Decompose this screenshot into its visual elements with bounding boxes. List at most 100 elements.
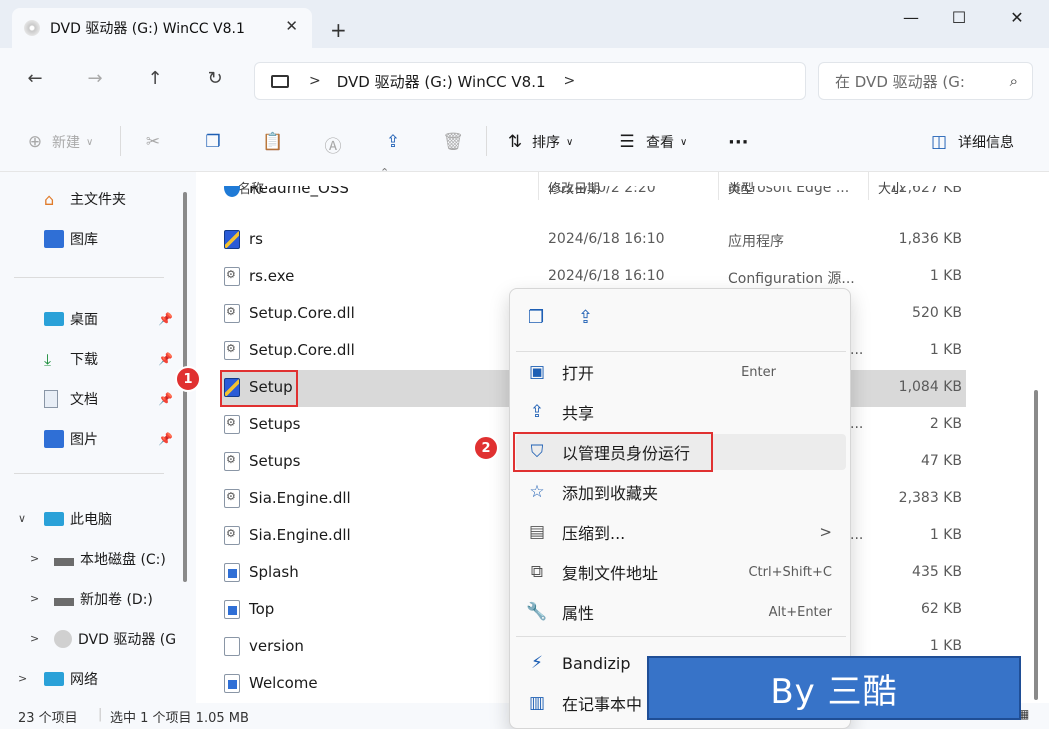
config-file-icon: [224, 526, 240, 545]
gear-file-icon: [224, 452, 240, 471]
sort-icon: ⇅: [507, 132, 523, 152]
view-button[interactable]: ☰ 查看 ∨: [616, 132, 687, 152]
file-list-scrollbar[interactable]: [1034, 390, 1038, 700]
maximize-icon[interactable]: ☐: [944, 8, 974, 27]
sidebar-item-home[interactable]: ⌂ 主文件夹: [44, 189, 126, 209]
file-row-rs[interactable]: rs 2024/6/18 16:10 应用程序 1,836 KB: [220, 222, 966, 259]
home-icon: ⌂: [44, 190, 55, 209]
up-arrow-icon[interactable]: ↑: [140, 68, 170, 89]
new-tab-icon[interactable]: +: [330, 18, 347, 42]
menu-item-copy-path[interactable]: ⧉ 复制文件地址 Ctrl+Shift+C: [516, 554, 846, 590]
sidebar-divider: [14, 473, 164, 474]
refresh-icon[interactable]: ↻: [200, 68, 230, 89]
picture-icon: [44, 430, 64, 448]
sidebar-item-this-pc[interactable]: 此电脑: [44, 509, 112, 529]
chevron-right-icon[interactable]: >: [564, 73, 576, 89]
chevron-right-icon[interactable]: >: [30, 552, 39, 565]
sidebar-item-documents[interactable]: 文档: [44, 389, 98, 409]
close-tab-icon[interactable]: ✕: [285, 17, 298, 35]
chevron-down-icon[interactable]: ∨: [18, 512, 26, 525]
menu-item-add-favorite[interactable]: ☆ 添加到收藏夹: [516, 474, 846, 510]
computer-icon: [44, 512, 64, 526]
new-button[interactable]: ⊕ 新建 ∨: [24, 132, 93, 152]
step-badge-1: 1: [175, 366, 201, 392]
pin-icon[interactable]: 📌: [158, 432, 173, 446]
image-file-icon: [224, 563, 240, 582]
chevron-right-icon[interactable]: >: [30, 632, 39, 645]
trash-icon: 🗑: [442, 132, 464, 152]
sidebar-item-drive-d[interactable]: 新加卷 (D:): [54, 589, 153, 609]
sort-button[interactable]: ⇅ 排序 ∨: [504, 132, 573, 152]
share-icon: ⇪: [529, 402, 545, 422]
pin-icon[interactable]: 📌: [158, 392, 173, 406]
sidebar-item-pictures[interactable]: 图片: [44, 429, 98, 449]
address-path[interactable]: DVD 驱动器 (G:) WinCC V8.1: [337, 71, 546, 92]
menu-item-properties[interactable]: 🔧 属性 Alt+Enter: [516, 594, 846, 630]
share-icon: ⇪: [385, 132, 401, 152]
pin-icon[interactable]: 📌: [158, 352, 173, 366]
chevron-right-icon[interactable]: >: [309, 73, 321, 89]
highlight-box-setup: [220, 370, 298, 407]
rename-icon: Ⓐ: [324, 137, 342, 157]
setup-exe-icon: [224, 230, 240, 249]
notepad-icon: ▥: [528, 693, 546, 713]
chevron-right-icon[interactable]: >: [30, 592, 39, 605]
delete-button[interactable]: 🗑: [442, 132, 464, 152]
tab-title: DVD 驱动器 (G:) WinCC V8.1: [50, 21, 245, 37]
gallery-icon: [44, 230, 64, 248]
menu-item-open[interactable]: ▣ 打开 Enter: [516, 354, 846, 390]
paste-button[interactable]: 📋: [262, 132, 284, 152]
minimize-icon[interactable]: —: [896, 8, 926, 27]
share-icon[interactable]: ⇪: [578, 307, 593, 328]
bandizip-icon: ⚡: [531, 653, 543, 673]
menu-item-share[interactable]: ⇪ 共享: [516, 394, 846, 430]
dvd-disc-icon: [24, 20, 40, 36]
dll-file-icon: [224, 489, 240, 508]
more-options-button[interactable]: ···: [728, 132, 749, 153]
sidebar-item-drive-g[interactable]: DVD 驱动器 (G: [54, 629, 176, 649]
cut-button[interactable]: ✂: [142, 132, 164, 152]
close-window-icon[interactable]: ✕: [1002, 8, 1032, 27]
sidebar-item-network[interactable]: 网络: [44, 669, 98, 689]
search-input[interactable]: 在 DVD 驱动器 (G: ⌕: [818, 62, 1033, 100]
rename-button[interactable]: Ⓐ: [322, 132, 344, 157]
tab-dvd-drive[interactable]: DVD 驱动器 (G:) WinCC V8.1 ✕: [12, 8, 312, 48]
menu-divider: [516, 636, 846, 637]
sidebar-item-gallery[interactable]: 图库: [44, 229, 98, 249]
star-icon: ☆: [529, 482, 545, 502]
status-divider: |: [98, 707, 103, 722]
details-pane-icon: ◫: [930, 132, 948, 152]
copy-button[interactable]: ❐: [202, 132, 224, 152]
watermark-banner: By 三酷: [647, 656, 1021, 720]
title-bar: DVD 驱动器 (G:) WinCC V8.1 ✕ + — ☐ ✕: [0, 0, 1049, 48]
toolbar-divider: [486, 126, 487, 156]
details-pane-button[interactable]: ◫ 详细信息: [928, 132, 1014, 152]
network-icon: [44, 672, 64, 686]
sidebar-item-drive-c[interactable]: 本地磁盘 (C:): [54, 549, 166, 569]
share-button[interactable]: ⇪: [382, 132, 404, 152]
search-placeholder: 在 DVD 驱动器 (G:: [835, 72, 965, 91]
sidebar-item-downloads[interactable]: ⤓ 下载: [44, 349, 98, 369]
menu-divider: [516, 351, 846, 352]
plus-circle-icon: ⊕: [27, 132, 43, 152]
config-file-icon: [224, 267, 240, 286]
copy-icon[interactable]: ❐: [528, 307, 544, 328]
menu-item-compress[interactable]: ▤ 压缩到... >: [516, 514, 846, 550]
chevron-right-icon[interactable]: >: [18, 672, 27, 685]
forward-arrow-icon[interactable]: →: [80, 68, 110, 89]
chevron-right-icon: >: [819, 523, 832, 541]
image-file-icon: [224, 674, 240, 693]
address-bar[interactable]: > DVD 驱动器 (G:) WinCC V8.1 >: [254, 62, 806, 100]
pin-icon[interactable]: 📌: [158, 312, 173, 326]
config-file-icon: [224, 341, 240, 360]
back-arrow-icon[interactable]: ←: [20, 68, 50, 89]
open-window-icon: ▣: [528, 362, 546, 382]
highlight-box-run-as-admin: [513, 432, 713, 472]
sidebar-item-desktop[interactable]: 桌面: [44, 309, 98, 329]
drive-icon: [54, 598, 74, 606]
copy-path-icon: ⧉: [530, 562, 544, 582]
text-file-icon: [224, 637, 240, 656]
copy-icon: ❐: [205, 132, 221, 152]
file-row-readme[interactable]: Readme_OSS 2024/10/2 2:20 Microsoft Edge…: [220, 186, 966, 210]
step-badge-2: 2: [473, 435, 499, 461]
